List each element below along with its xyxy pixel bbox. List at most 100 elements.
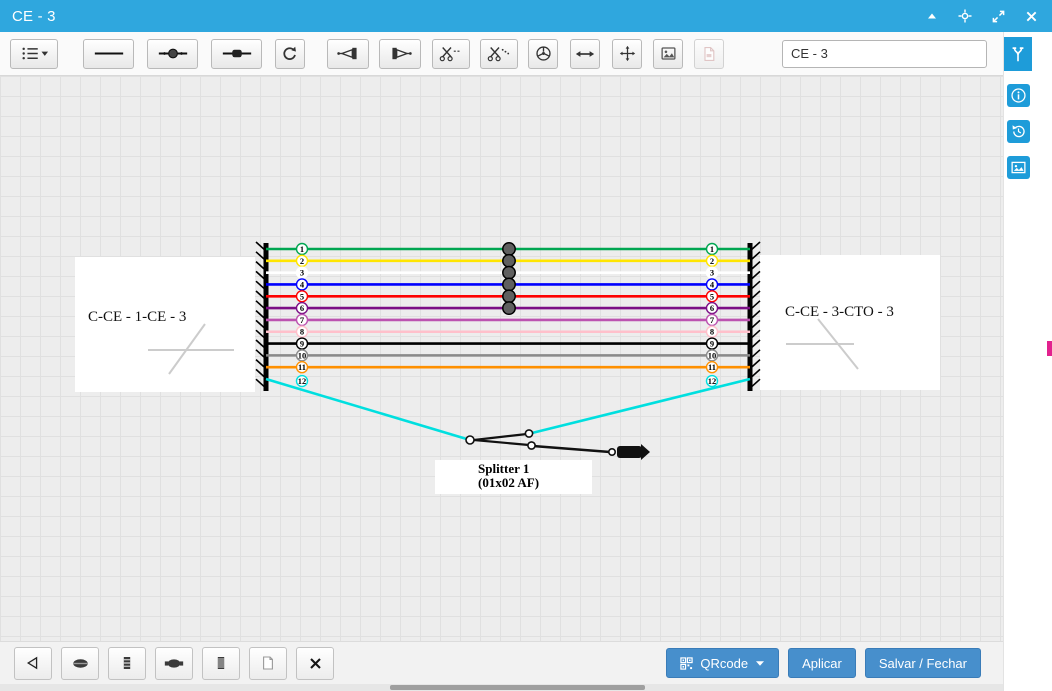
right-cable-label: C-CE - 3-CTO - 3: [785, 304, 894, 320]
history-icon: [1010, 123, 1027, 140]
fusion-splice-1[interactable]: [502, 242, 516, 256]
picture-icon: [1010, 159, 1027, 176]
right-rail: [1003, 32, 1052, 691]
footer-bar: QRcode Aplicar Salvar / Fechar: [0, 641, 1003, 684]
splitter-output-port-1: [524, 429, 534, 438]
qrcode-button[interactable]: QRcode: [666, 648, 780, 678]
draw-connector-line-button[interactable]: [211, 38, 262, 69]
splice-canvas[interactable]: C-CE - 1-CE - 3 C-CE - 3-CTO - 3 Splitter …: [0, 76, 1003, 641]
resize-horizontal-button[interactable]: [570, 38, 600, 69]
delete-button[interactable]: [296, 646, 334, 680]
refresh-button[interactable]: [275, 38, 305, 69]
history-button[interactable]: [1007, 120, 1030, 143]
splice-diagram[interactable]: C-CE - 1-CE - 3 C-CE - 3-CTO - 3 Splitter …: [0, 76, 1003, 641]
fiber-12-right[interactable]: [531, 377, 751, 435]
splice-diagram-tool-button[interactable]: [1004, 37, 1032, 71]
svg-text:10: 10: [708, 350, 717, 360]
wheel-icon: [535, 45, 552, 62]
fiber-1-number-left: 1: [295, 242, 309, 256]
fiber-6-number-left: 6: [295, 301, 309, 315]
scissors-dash-icon: [439, 44, 463, 63]
footer-tools: [14, 646, 334, 680]
diagram-name-input[interactable]: [782, 39, 987, 68]
save-close-button[interactable]: Salvar / Fechar: [864, 648, 981, 678]
export-pdf-button[interactable]: [694, 38, 724, 69]
note-icon: [260, 655, 276, 671]
add-note-button[interactable]: [249, 646, 287, 680]
fusion-pins-icon: [164, 655, 184, 672]
collapse-panel-button[interactable]: [14, 646, 52, 680]
apply-button[interactable]: Aplicar: [788, 648, 856, 678]
arrow-h-icon: [575, 47, 595, 61]
svg-text:2: 2: [300, 256, 304, 266]
background-image-button[interactable]: [1007, 156, 1030, 179]
toolbar-buttons: [10, 38, 724, 69]
svg-text:8: 8: [710, 327, 714, 337]
svg-text:5: 5: [300, 291, 304, 301]
move-button[interactable]: [612, 38, 642, 69]
fiber-12-number-left: 12: [295, 374, 309, 388]
cable-striped-icon: [213, 655, 229, 671]
horizontal-scrollbar[interactable]: [0, 684, 1003, 691]
svg-text:6: 6: [710, 303, 714, 313]
fiber-8-number-left: 8: [295, 325, 309, 338]
add-splitter-right-button[interactable]: [379, 38, 421, 69]
fiber-2-number-left: 2: [295, 254, 309, 268]
rail-buttons: [1004, 84, 1052, 179]
add-cable-button[interactable]: [108, 646, 146, 680]
connector[interactable]: [607, 444, 650, 460]
qrcode-icon: [680, 656, 694, 670]
svg-text:5: 5: [710, 291, 714, 301]
fusion-splice-5[interactable]: [502, 289, 516, 304]
cable-icon: [119, 655, 135, 671]
fiber-4-number-right: 4: [705, 278, 719, 291]
position-button[interactable]: [956, 7, 974, 25]
close-x-icon: [308, 656, 323, 671]
splitter-label-box[interactable]: Splitter 1(01x02 AF): [435, 460, 592, 494]
fiber-10-number-left: 10: [295, 349, 309, 362]
splitter-right-icon: [388, 44, 413, 63]
refresh-icon: [281, 45, 299, 63]
cut-fibers-button[interactable]: [432, 38, 470, 69]
fusion-splice-6[interactable]: [502, 301, 516, 316]
add-fusion-button[interactable]: [61, 646, 99, 680]
left-cable-end[interactable]: [255, 241, 269, 391]
fiber-1-number-right: 1: [705, 242, 719, 256]
fiber-8-number-right: 8: [705, 325, 719, 338]
svg-text:10: 10: [298, 350, 307, 360]
fusion-splice-4[interactable]: [502, 277, 516, 292]
svg-text:1: 1: [710, 244, 714, 254]
right-cable-box[interactable]: C-CE - 3-CTO - 3: [760, 255, 940, 390]
left-cable-box[interactable]: C-CE - 1-CE - 3: [75, 257, 255, 392]
cut-tubes-button[interactable]: [480, 38, 518, 69]
fiber-2-number-right: 2: [705, 254, 719, 268]
draw-fusion-line-button[interactable]: [147, 38, 198, 69]
add-fusion-through-button[interactable]: [155, 646, 193, 680]
svg-text:9: 9: [300, 339, 304, 349]
fan-out-button[interactable]: [528, 38, 558, 69]
collapse-button[interactable]: [923, 7, 941, 25]
fullscreen-button[interactable]: [989, 7, 1007, 25]
fiber-11-number-left: 11: [295, 361, 309, 374]
fiber-9-number-right: 9: [705, 337, 719, 350]
splitter[interactable]: [465, 429, 611, 454]
fiber-7-number-right: 7: [705, 313, 719, 327]
svg-text:8: 8: [300, 327, 304, 337]
right-cable-end[interactable]: [747, 241, 761, 391]
fusion-splice-3[interactable]: [502, 265, 516, 280]
draw-line-button[interactable]: [83, 38, 134, 69]
fusion-splice-2[interactable]: [502, 253, 516, 268]
draw-mode-menu-button[interactable]: [10, 38, 58, 69]
svg-text:1: 1: [300, 244, 304, 254]
expand-icon: [992, 10, 1005, 23]
export-image-button[interactable]: [653, 38, 683, 69]
info-button[interactable]: [1007, 84, 1030, 107]
fiber-12-left[interactable]: [265, 377, 471, 442]
add-cable-striped-button[interactable]: [202, 646, 240, 680]
close-button[interactable]: [1022, 7, 1040, 25]
splitter-input-port: [465, 435, 475, 445]
horizontal-scrollbar-handle[interactable]: [390, 685, 645, 690]
splitter-left-icon: [336, 44, 361, 63]
chevron-down-icon: [755, 660, 765, 667]
add-splitter-left-button[interactable]: [327, 38, 369, 69]
